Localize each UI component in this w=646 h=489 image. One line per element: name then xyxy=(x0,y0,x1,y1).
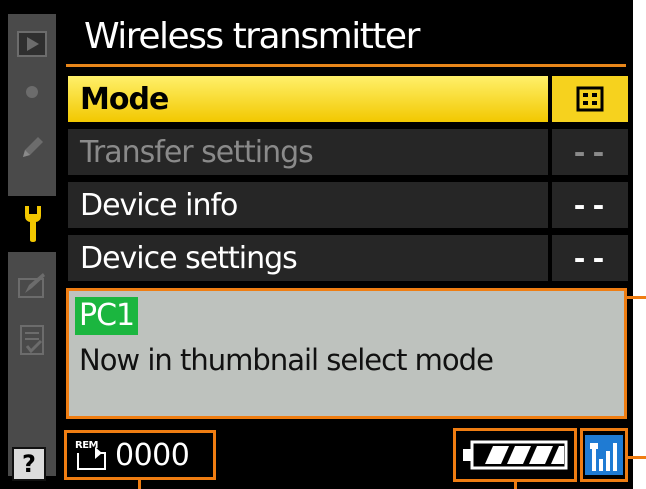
menu-item-label: Device info xyxy=(80,187,238,223)
camera-screen: ? Wireless transmitter Mode Transfer set… xyxy=(0,0,646,489)
help-button[interactable]: ? xyxy=(12,447,46,481)
menu-item-mode[interactable]: Mode xyxy=(68,76,628,122)
sidebar-item-retouch[interactable] xyxy=(8,262,56,310)
pencil-icon xyxy=(23,137,43,157)
camera-icon xyxy=(26,86,38,98)
callout-line-battery xyxy=(514,482,517,489)
remaining-count: 0000 xyxy=(115,437,190,473)
menu-item-value: -- xyxy=(571,135,609,169)
title-underline xyxy=(66,64,626,67)
menu-item-label: Transfer settings xyxy=(80,134,314,170)
menu-item-label: Device settings xyxy=(80,240,298,276)
menu-sidebar xyxy=(6,14,60,476)
callout-line-signal xyxy=(627,456,646,459)
callout-line-remaining xyxy=(138,480,141,489)
menu-item-value: -- xyxy=(571,188,609,222)
menu-item-device-settings[interactable]: Device settings -- xyxy=(68,235,628,281)
battery-full-icon xyxy=(463,440,568,470)
page-title: Wireless transmitter xyxy=(84,16,420,57)
wrench-icon xyxy=(25,206,41,242)
sidebar-item-playback[interactable] xyxy=(8,20,56,68)
connection-badge: PC1 xyxy=(75,297,139,335)
sidebar-item-setup[interactable] xyxy=(6,196,60,252)
sidebar-item-my-menu[interactable] xyxy=(8,316,56,364)
menu-item-value: -- xyxy=(571,241,609,275)
playback-icon xyxy=(17,31,47,57)
signal-indicator xyxy=(580,428,628,482)
memory-card-icon: REM xyxy=(75,439,113,471)
menu-item-device-info[interactable]: Device info -- xyxy=(68,182,628,228)
status-info-panel: PC1 Now in thumbnail select mode xyxy=(66,288,627,419)
sidebar-item-custom-settings[interactable] xyxy=(8,124,56,172)
signal-strength-icon xyxy=(585,435,623,475)
thumbnail-grid-icon xyxy=(576,86,604,112)
battery-indicator xyxy=(453,428,577,482)
lcd-display: ? Wireless transmitter Mode Transfer set… xyxy=(0,0,633,489)
menu-item-transfer-settings[interactable]: Transfer settings -- xyxy=(68,129,628,175)
help-icon: ? xyxy=(22,450,36,478)
retouch-icon xyxy=(18,273,45,298)
menu-item-label: Mode xyxy=(80,81,169,117)
callout-line-info xyxy=(627,296,646,299)
my-menu-icon xyxy=(20,325,44,355)
sidebar-item-shooting[interactable] xyxy=(8,68,56,116)
remaining-images-indicator: REM 0000 xyxy=(64,430,216,480)
status-message: Now in thumbnail select mode xyxy=(79,343,494,377)
